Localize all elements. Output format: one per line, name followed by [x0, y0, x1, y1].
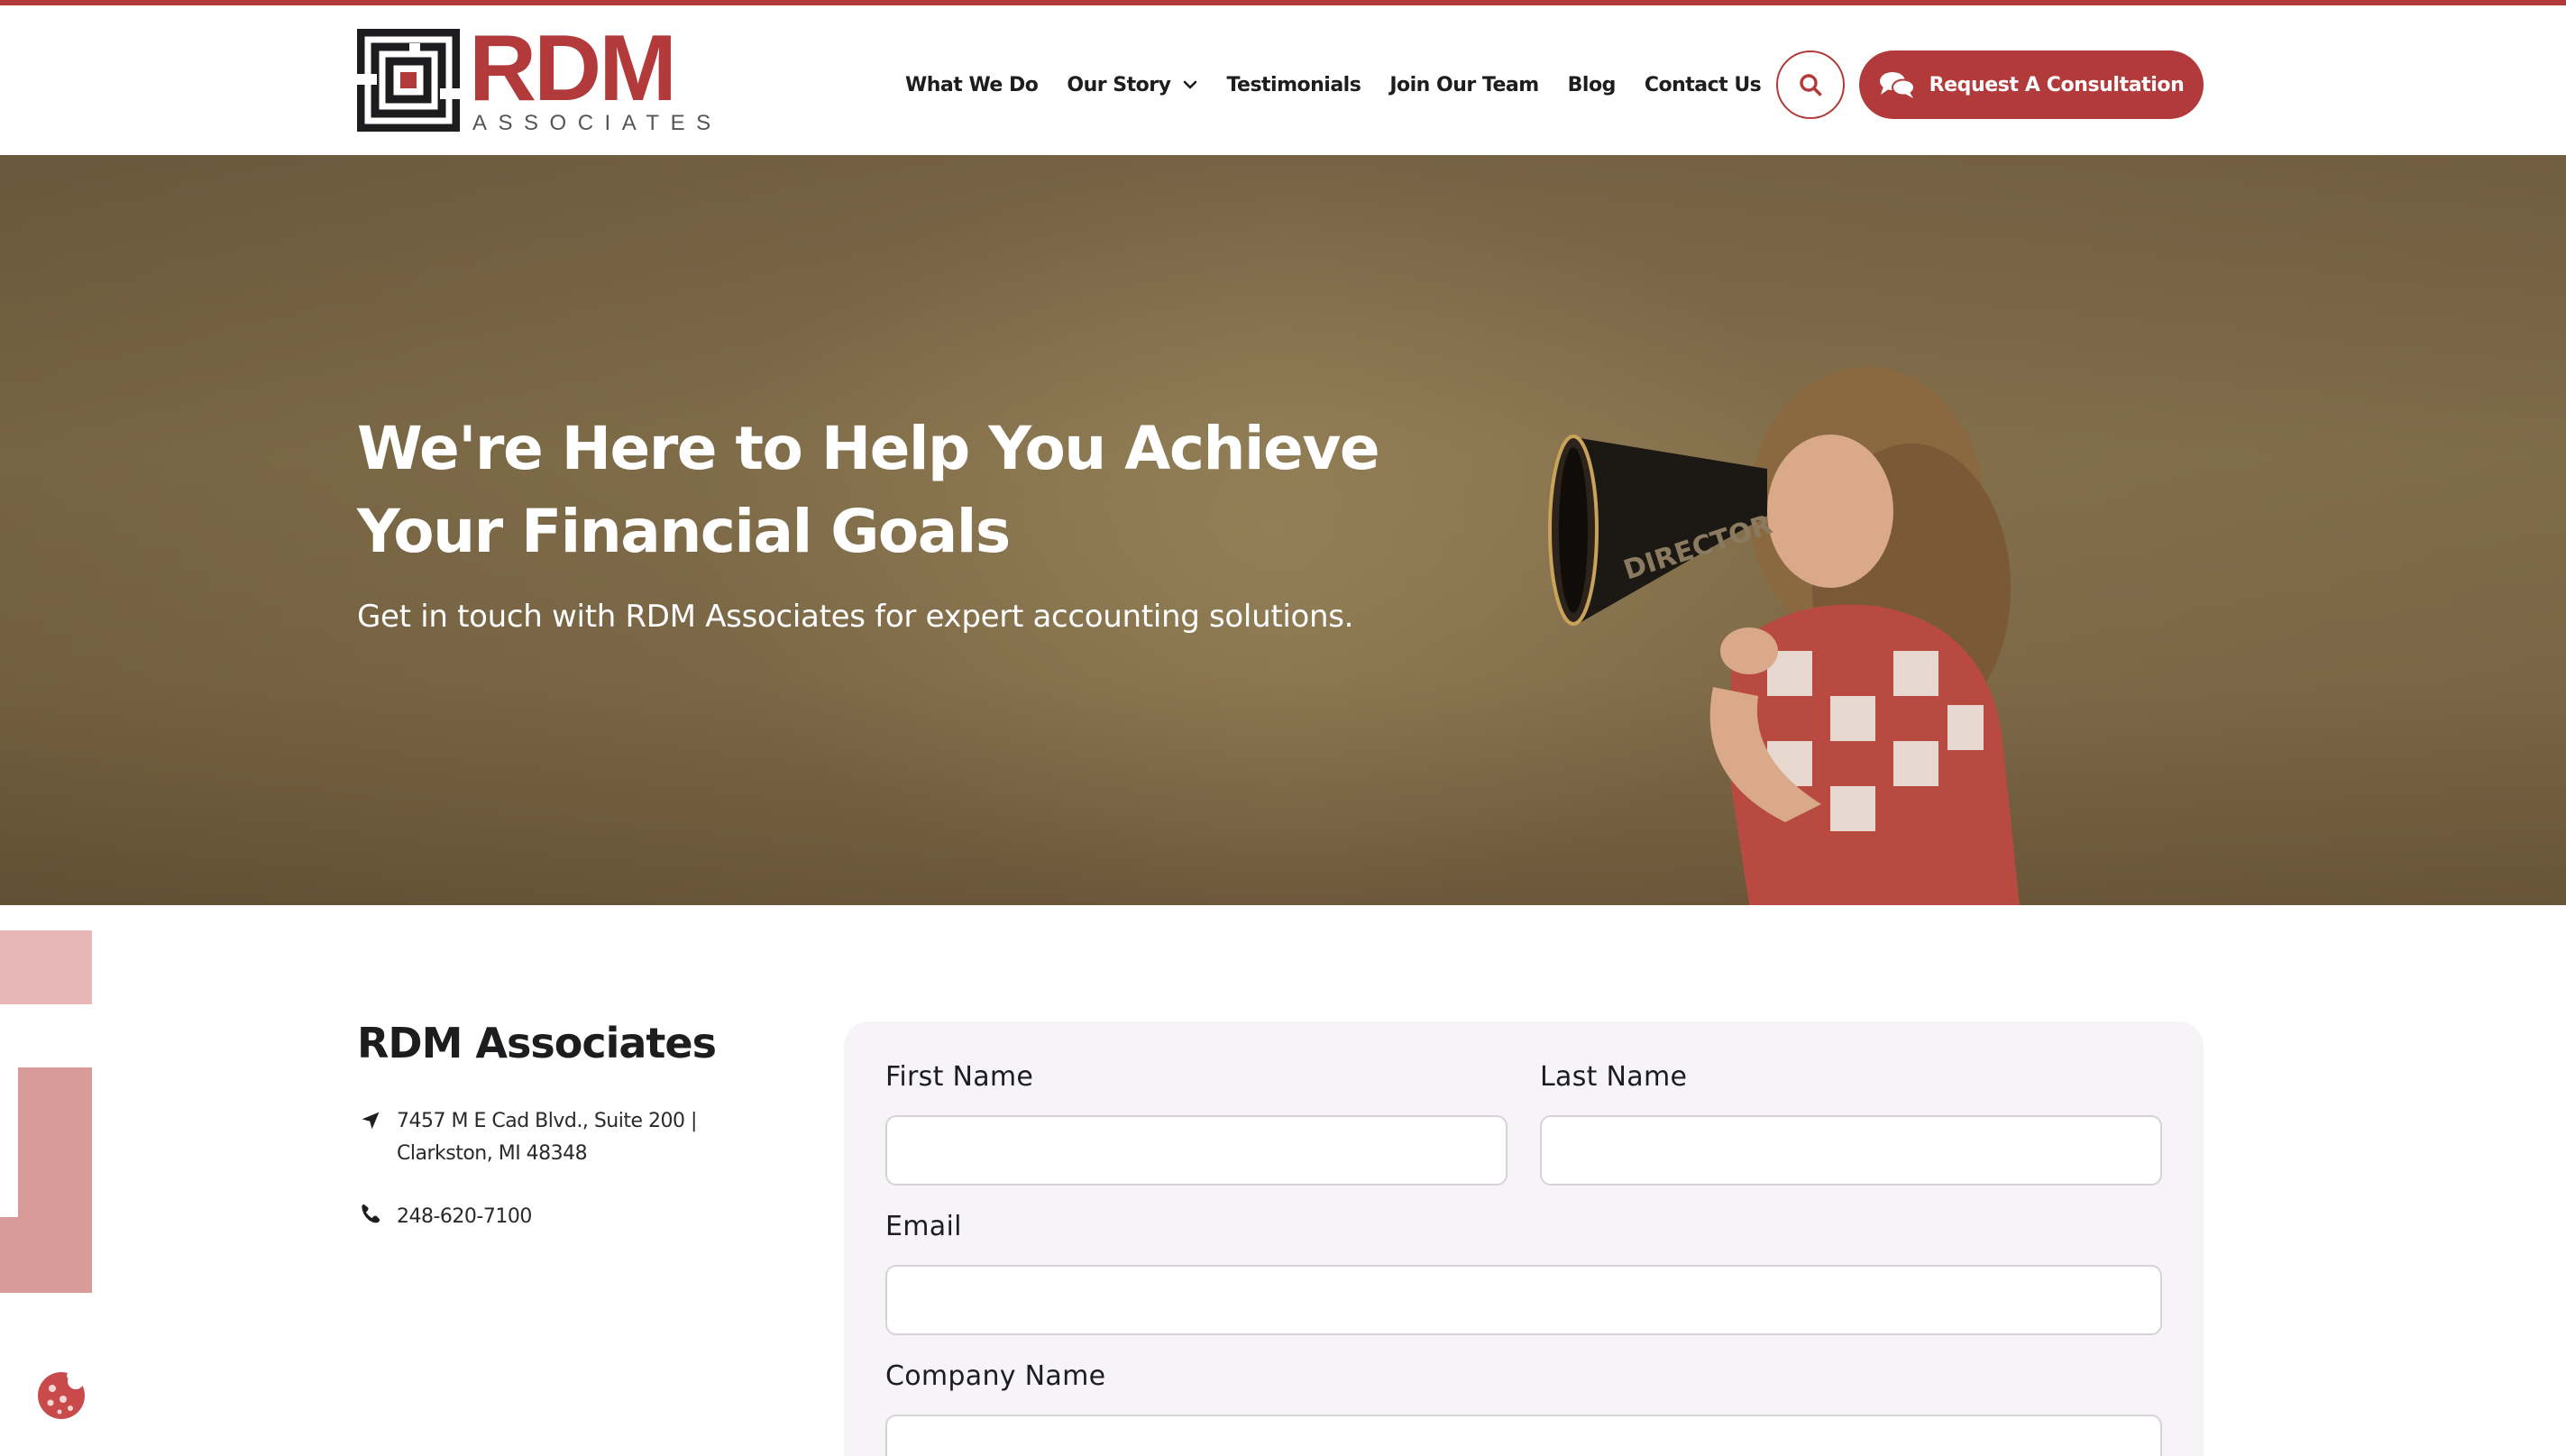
- nav-testimonials[interactable]: Testimonials: [1226, 74, 1361, 96]
- decorative-block-top: [0, 930, 92, 1004]
- logo-mark-icon: [357, 29, 460, 132]
- nav-what-we-do[interactable]: What We Do: [905, 74, 1039, 96]
- search-button[interactable]: [1776, 50, 1845, 119]
- nav-blog[interactable]: Blog: [1568, 74, 1617, 96]
- first-name-label: First Name: [885, 1061, 1034, 1093]
- address-line-2: Clarkston, MI 48348: [397, 1142, 588, 1165]
- nav-our-story-label: Our Story: [1067, 73, 1171, 96]
- company-name-label: Company Name: [885, 1360, 1106, 1392]
- company-name-field[interactable]: [885, 1415, 2162, 1456]
- first-name-field[interactable]: [885, 1115, 1508, 1186]
- phone-icon: [362, 1204, 380, 1223]
- site-header: RDM ASSOCIATES What We Do Our Story Test…: [0, 5, 2566, 155]
- logo-wordmark: RDM: [469, 16, 677, 121]
- chat-bubbles-icon: [1879, 72, 1915, 98]
- main-nav: What We Do Our Story Testimonials Join O…: [905, 67, 1790, 103]
- contact-form: First Name Last Name Email Company Name: [844, 1021, 2204, 1456]
- company-name: RDM Associates: [357, 1019, 717, 1067]
- address-block: 7457 M E Cad Blvd., Suite 200 | Clarksto…: [357, 1105, 697, 1170]
- hero-image-child-megaphone: DIRECTOR: [1548, 367, 2020, 905]
- hero-subtitle: Get in touch with RDM Associates for exp…: [357, 599, 1354, 635]
- logo-subtitle: ASSOCIATES: [472, 111, 722, 135]
- email-field[interactable]: [885, 1265, 2162, 1335]
- last-name-field[interactable]: [1540, 1115, 2162, 1186]
- nav-contact-us[interactable]: Contact Us: [1645, 74, 1762, 96]
- phone-link[interactable]: 248-620-7100: [397, 1201, 532, 1233]
- search-icon: [1800, 74, 1822, 96]
- phone-block: 248-620-7100: [357, 1201, 532, 1233]
- request-consultation-button[interactable]: Request A Consultation: [1859, 50, 2204, 119]
- location-arrow-icon: [362, 1112, 380, 1130]
- request-consultation-label: Request A Consultation: [1929, 73, 2185, 96]
- cookie-icon[interactable]: [36, 1370, 87, 1421]
- last-name-label: Last Name: [1540, 1061, 1688, 1093]
- chevron-down-icon: [1184, 80, 1197, 89]
- hero-title: We're Here to Help You Achieve Your Fina…: [357, 414, 1380, 566]
- logo[interactable]: RDM ASSOCIATES: [357, 22, 710, 137]
- nav-join-our-team[interactable]: Join Our Team: [1389, 74, 1539, 96]
- decorative-block-cutout: [0, 1067, 18, 1217]
- nav-our-story[interactable]: Our Story: [1067, 74, 1197, 96]
- address-line-1: 7457 M E Cad Blvd., Suite 200 |: [397, 1110, 697, 1132]
- address-text: 7457 M E Cad Blvd., Suite 200 | Clarksto…: [397, 1105, 697, 1170]
- email-label: Email: [885, 1211, 962, 1242]
- hero-banner: DIRECTOR We're Here to Help You Achieve …: [0, 155, 2566, 905]
